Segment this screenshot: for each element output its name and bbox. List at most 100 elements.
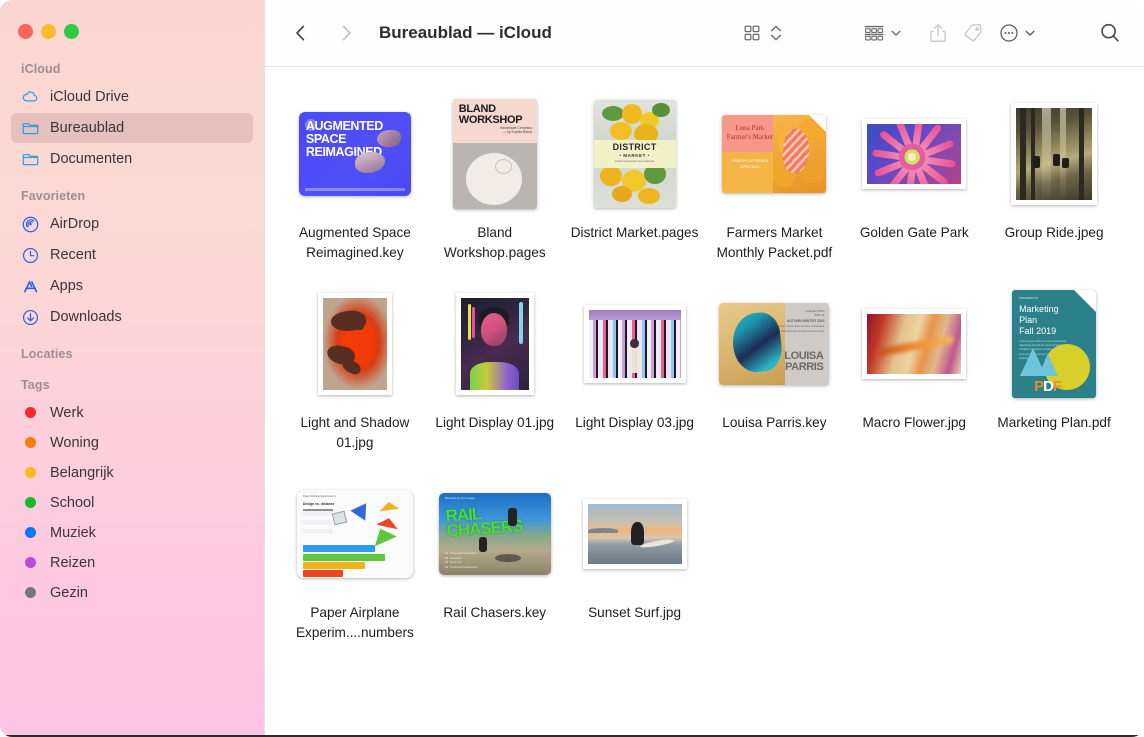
file-item[interactable]: Directed by Jun Lange RAILCHASERS 01 Dir…: [425, 469, 565, 647]
sidebar-item-label: Woning: [50, 435, 99, 451]
sidebar-item-label: Downloads: [50, 309, 122, 325]
file-name-label: Augmented Space Reimagined.key: [287, 223, 423, 263]
sidebar-tag-muziek[interactable]: Muziek: [11, 518, 253, 547]
sidebar: iCloud iCloud Drive Bureaublad: [0, 0, 264, 737]
sidebar-item-label: iCloud Drive: [50, 89, 129, 105]
sidebar-item-label: Belangrijk: [50, 465, 114, 481]
file-name-label: Bland Workshop.pages: [427, 223, 563, 263]
sidebar-item-label: AirDrop: [50, 216, 99, 232]
sidebar-tag-reizen[interactable]: Reizen: [11, 548, 253, 577]
sidebar-item-label: Reizen: [50, 555, 95, 571]
file-item[interactable]: Group Ride.jpeg: [984, 89, 1124, 267]
image-thumbnail: [318, 293, 392, 395]
file-name-label: Rail Chasers.key: [443, 603, 546, 623]
file-item[interactable]: Light Display 03.jpg: [565, 279, 705, 457]
file-thumbnail: Directed by Jun Lange RAILCHASERS 01 Dir…: [439, 473, 551, 595]
file-item[interactable]: COLLECTIONF/W 19 AUTUMN WINTER 2019 Lore…: [704, 279, 844, 457]
file-item[interactable]: Luna ParkFarmer's Market VENDOR OUTREACH…: [704, 89, 844, 267]
forward-button[interactable]: [331, 18, 361, 48]
sidebar-item-downloads[interactable]: Downloads: [11, 302, 253, 332]
sidebar-section-favorieten-title: Favorieten: [0, 175, 264, 208]
file-item[interactable]: Light and Shadow 01.jpg: [285, 279, 425, 457]
sidebar-item-bureaublad[interactable]: Bureaublad: [11, 113, 253, 143]
apps-icon: [21, 277, 40, 296]
file-grid: AUGMENTEDSPACEREIMAGINED Augmented Space…: [285, 89, 1124, 647]
file-thumbnail: [583, 473, 687, 595]
clock-icon: [21, 246, 40, 265]
file-name-label: Light and Shadow 01.jpg: [287, 413, 423, 453]
sidebar-item-label: Documenten: [50, 151, 132, 167]
sidebar-tag-school[interactable]: School: [11, 488, 253, 517]
back-button[interactable]: [285, 18, 315, 48]
share-button[interactable]: [928, 17, 948, 49]
keynote-thumbnail: AUGMENTEDSPACEREIMAGINED: [299, 112, 411, 196]
toolbar: Bureaublad — iCloud: [265, 0, 1144, 67]
file-thumbnail: Paper Airplane Experiment 1 Design vs. d…: [297, 473, 413, 595]
sidebar-item-documenten[interactable]: Documenten: [11, 144, 253, 174]
file-item[interactable]: PREPARED BY MarketingPlanFall 2019 Lorem…: [984, 279, 1124, 457]
sidebar-tag-belangrijk[interactable]: Belangrijk: [11, 458, 253, 487]
file-thumbnail: AUGMENTEDSPACEREIMAGINED: [299, 93, 411, 215]
file-thumbnail: PREPARED BY MarketingPlanFall 2019 Lorem…: [1012, 283, 1096, 405]
more-actions-button[interactable]: [998, 17, 1020, 49]
file-thumbnail: Luna ParkFarmer's Market VENDOR OUTREACH…: [722, 93, 826, 215]
tag-dot-icon: [25, 467, 36, 478]
sidebar-item-label: Bureaublad: [50, 120, 124, 136]
group-by-chevron[interactable]: [890, 17, 902, 49]
more-actions-chevron[interactable]: [1024, 17, 1036, 49]
window-controls: [0, 14, 264, 48]
file-name-label: Louisa Parris.key: [722, 413, 826, 433]
file-item[interactable]: Paper Airplane Experiment 1 Design vs. d…: [285, 469, 425, 647]
image-thumbnail: [584, 305, 686, 383]
file-item[interactable]: AUGMENTEDSPACEREIMAGINED Augmented Space…: [285, 89, 425, 267]
sidebar-tag-werk[interactable]: Werk: [11, 398, 253, 427]
sidebar-item-icloud-drive[interactable]: iCloud Drive: [11, 82, 253, 112]
folder-icon: [21, 119, 40, 138]
airdrop-icon: [21, 215, 40, 234]
image-thumbnail: [862, 119, 966, 189]
file-name-label: Golden Gate Park: [860, 223, 969, 243]
sidebar-item-label: Recent: [50, 247, 96, 263]
folder-icon: [21, 150, 40, 169]
file-item[interactable]: Macro Flower.jpg: [844, 279, 984, 457]
sidebar-item-label: Muziek: [50, 525, 96, 541]
sidebar-item-airdrop[interactable]: AirDrop: [11, 209, 253, 239]
file-item[interactable]: Light Display 01.jpg: [425, 279, 565, 457]
sidebar-item-apps[interactable]: Apps: [11, 271, 253, 301]
view-mode-button[interactable]: [742, 17, 762, 49]
tag-dot-icon: [25, 527, 36, 538]
main-area: Bureaublad — iCloud: [264, 0, 1144, 737]
file-item[interactable]: DISTRICT • MARKET • Fresh local goods ev…: [565, 89, 705, 267]
sidebar-section-locaties-title: Locaties: [0, 333, 264, 366]
finder-window: iCloud iCloud Drive Bureaublad: [0, 0, 1144, 737]
file-name-label: District Market.pages: [571, 223, 699, 243]
file-name-label: Light Display 01.jpg: [435, 413, 554, 433]
file-item[interactable]: Sunset Surf.jpg: [565, 469, 705, 647]
group-by-button[interactable]: [862, 17, 886, 49]
search-button[interactable]: [1098, 17, 1122, 49]
file-name-label: Light Display 03.jpg: [575, 413, 694, 433]
tag-dot-icon: [25, 497, 36, 508]
sidebar-item-label: Werk: [50, 405, 84, 421]
image-thumbnail: [583, 499, 687, 569]
download-icon: [21, 308, 40, 327]
close-button[interactable]: [18, 24, 33, 39]
sidebar-tag-gezin[interactable]: Gezin: [11, 578, 253, 607]
sidebar-tag-woning[interactable]: Woning: [11, 428, 253, 457]
sidebar-item-label: Apps: [50, 278, 83, 294]
minimize-button[interactable]: [41, 24, 56, 39]
sidebar-item-recent[interactable]: Recent: [11, 240, 253, 270]
sidebar-item-label: School: [50, 495, 94, 511]
file-thumbnail: DISTRICT • MARKET • Fresh local goods ev…: [594, 93, 676, 215]
file-item[interactable]: Golden Gate Park: [844, 89, 984, 267]
file-item[interactable]: BLANDWORKSHOP Handmade Ceramics— by Soph…: [425, 89, 565, 267]
sort-order-button[interactable]: [768, 17, 784, 49]
pdf-thumbnail: Luna ParkFarmer's Market VENDOR OUTREACH…: [722, 115, 826, 193]
file-name-label: Group Ride.jpeg: [1005, 223, 1104, 243]
file-thumbnail: [318, 283, 392, 405]
file-thumbnail: [584, 283, 686, 405]
keynote-thumbnail: COLLECTIONF/W 19 AUTUMN WINTER 2019 Lore…: [719, 303, 829, 385]
tag-button[interactable]: [962, 17, 984, 49]
file-name-label: Sunset Surf.jpg: [588, 603, 681, 623]
zoom-button[interactable]: [64, 24, 79, 39]
